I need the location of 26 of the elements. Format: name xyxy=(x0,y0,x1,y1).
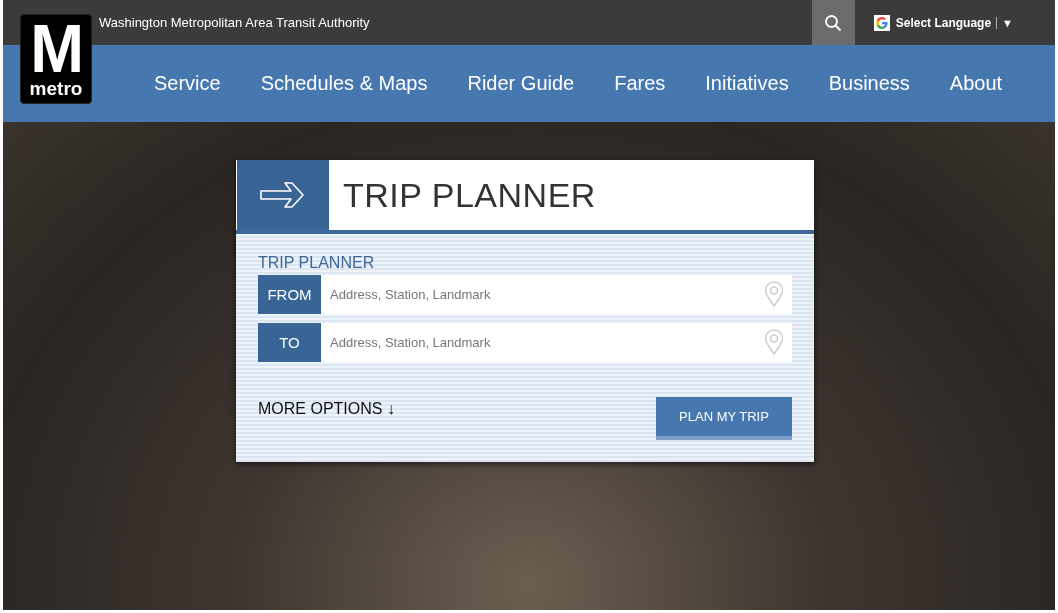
more-options-link[interactable]: MORE OPTIONS ↓ xyxy=(258,400,395,418)
nav-link[interactable]: Schedules & Maps xyxy=(260,72,428,95)
input-field[interactable]: Address, Station, Landmark xyxy=(321,275,792,314)
logo-letter: M xyxy=(30,17,82,79)
input-field[interactable]: Address, Station, Landmark xyxy=(321,323,792,362)
caret-icon[interactable]: ▼ xyxy=(1002,16,1013,29)
map-pin-icon[interactable] xyxy=(764,329,784,355)
language-selector[interactable]: Select Language xyxy=(895,16,998,29)
metro-logo[interactable]: M metro xyxy=(20,14,92,104)
nav-link[interactable]: Rider Guide xyxy=(467,72,575,95)
nav-link[interactable]: Initiatives xyxy=(705,72,789,95)
nav-link[interactable]: Fares xyxy=(614,72,666,95)
plan-my-trip-button[interactable]: PLAN MY TRIP xyxy=(656,397,792,440)
nav-link[interactable]: Service xyxy=(154,72,221,95)
nav-link[interactable]: About xyxy=(949,72,1003,95)
agency-name: Washington Metropolitan Area Transit Authority xyxy=(99,15,370,30)
field-label: TO xyxy=(258,323,321,362)
map-pin-icon[interactable] xyxy=(764,281,784,307)
search-button[interactable] xyxy=(811,0,855,45)
google-g-icon xyxy=(873,14,890,31)
field-label: FROM xyxy=(258,275,321,314)
search-icon xyxy=(824,13,843,32)
logo-wordmark: metro xyxy=(29,79,83,99)
nav-link[interactable]: Business xyxy=(828,72,910,95)
section-heading: TRIP PLANNER xyxy=(258,254,375,272)
card-title: TRIP PLANNER xyxy=(343,175,596,215)
